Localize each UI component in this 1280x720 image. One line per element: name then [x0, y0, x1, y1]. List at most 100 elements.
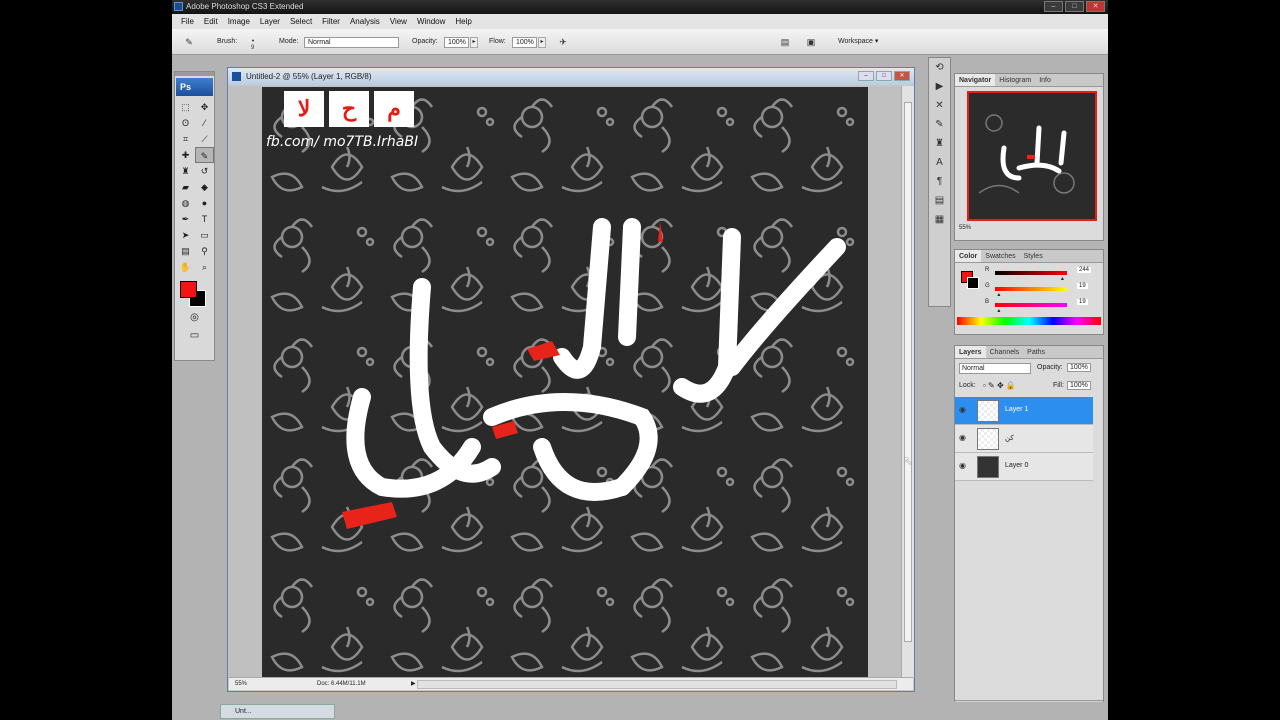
- brush-tool-preset-icon[interactable]: ✎: [182, 35, 196, 49]
- menu-filter[interactable]: Filter: [317, 14, 345, 29]
- tool-presets-icon[interactable]: ✕: [929, 96, 950, 115]
- slice-tool-icon[interactable]: ⟋: [195, 131, 214, 147]
- tab-paths[interactable]: Paths: [1023, 346, 1049, 358]
- color-bg-swatch[interactable]: [967, 277, 979, 289]
- layer-row[interactable]: ◉ كن: [955, 425, 1093, 453]
- menu-file[interactable]: File: [176, 14, 199, 29]
- layer-name[interactable]: Layer 1: [1005, 406, 1028, 413]
- flow-arrow[interactable]: ▸: [538, 37, 546, 48]
- pen-tool-icon[interactable]: ✒: [176, 211, 195, 227]
- status-menu-arrow[interactable]: ▶: [411, 678, 416, 691]
- zoom-tool-icon[interactable]: ⌕: [195, 259, 214, 275]
- r-slider-knob[interactable]: ▴: [1061, 275, 1064, 282]
- notes-tool-icon[interactable]: ▤: [176, 243, 195, 259]
- visibility-eye-icon[interactable]: ◉: [959, 433, 966, 442]
- crop-tool-icon[interactable]: ⌗: [176, 131, 195, 147]
- tab-info[interactable]: Info: [1035, 74, 1055, 86]
- menu-help[interactable]: Help: [450, 14, 476, 29]
- document-title-bar[interactable]: Untitled-2 @ 55% (Layer 1, RGB/8) – □ ✕: [228, 68, 914, 85]
- layer-row[interactable]: ◉ Layer 0: [955, 453, 1093, 481]
- clone-source-icon[interactable]: ♜: [929, 134, 950, 153]
- stamp-tool-icon[interactable]: ♜: [176, 163, 195, 179]
- blur-tool-icon[interactable]: ◍: [176, 195, 195, 211]
- menu-window[interactable]: Window: [412, 14, 450, 29]
- b-slider[interactable]: ▴: [995, 303, 1067, 314]
- marquee-tool-icon[interactable]: ⬚: [176, 99, 195, 115]
- vertical-scrollbar[interactable]: [901, 86, 914, 677]
- shape-tool-icon[interactable]: ▭: [195, 227, 214, 243]
- brushes-panel-icon[interactable]: ✎: [929, 115, 950, 134]
- menu-layer[interactable]: Layer: [255, 14, 285, 29]
- info-panel-icon[interactable]: ▦: [929, 210, 950, 229]
- layer-name[interactable]: Layer 0: [1005, 462, 1028, 469]
- layer-name[interactable]: كن: [1005, 434, 1014, 442]
- visibility-eye-icon[interactable]: ◉: [959, 461, 966, 470]
- doc-maximize-button[interactable]: □: [876, 71, 892, 81]
- menu-edit[interactable]: Edit: [199, 14, 223, 29]
- bucket-tool-icon[interactable]: ◆: [195, 179, 214, 195]
- artwork-canvas[interactable]: ﻻ ح م fb.com/ mo7TB.IrhaBI: [262, 87, 868, 677]
- bridge-icon[interactable]: ▣: [804, 35, 818, 49]
- tab-histogram[interactable]: Histogram: [995, 74, 1035, 86]
- path-selection-tool-icon[interactable]: ➤: [176, 227, 195, 243]
- menu-view[interactable]: View: [385, 14, 412, 29]
- menu-analysis[interactable]: Analysis: [345, 14, 385, 29]
- history-panel-icon[interactable]: ⟲: [929, 58, 950, 77]
- zoom-level[interactable]: 55%: [235, 678, 247, 691]
- r-slider[interactable]: ▴: [995, 271, 1067, 282]
- visibility-eye-icon[interactable]: ◉: [959, 405, 966, 414]
- ps-logo[interactable]: Ps: [176, 78, 213, 96]
- doc-close-button[interactable]: ✕: [894, 71, 910, 81]
- palette-well-icon[interactable]: ▤: [778, 35, 792, 49]
- foreground-color-swatch[interactable]: [180, 281, 197, 298]
- history-brush-tool-icon[interactable]: ↺: [195, 163, 214, 179]
- brush-picker[interactable]: • 9: [246, 35, 260, 51]
- opacity-arrow[interactable]: ▸: [470, 37, 478, 48]
- actions-panel-icon[interactable]: ▶: [929, 77, 950, 96]
- eraser-tool-icon[interactable]: ▰: [176, 179, 195, 195]
- blend-mode-select[interactable]: Normal: [959, 363, 1031, 374]
- close-button[interactable]: ✕: [1086, 1, 1105, 12]
- tab-color[interactable]: Color: [955, 250, 982, 262]
- maximize-button[interactable]: □: [1065, 1, 1084, 12]
- tab-swatches[interactable]: Swatches: [981, 250, 1019, 262]
- eyedropper-tool-icon[interactable]: ⚲: [195, 243, 214, 259]
- r-value[interactable]: 244: [1077, 267, 1092, 273]
- tab-channels[interactable]: Channels: [986, 346, 1024, 358]
- character-panel-icon[interactable]: A: [929, 153, 950, 172]
- navigator-thumbnail[interactable]: [967, 91, 1097, 221]
- minimize-button[interactable]: –: [1044, 1, 1063, 12]
- magic-wand-tool-icon[interactable]: ⁄: [195, 115, 214, 131]
- screen-mode-icon[interactable]: ▭: [175, 327, 214, 345]
- g-slider[interactable]: ▴: [995, 287, 1067, 298]
- lock-icons[interactable]: ▫ ✎ ✥ 🔒: [983, 381, 1016, 390]
- doc-minimize-button[interactable]: –: [858, 71, 874, 81]
- b-value[interactable]: 19: [1077, 299, 1088, 305]
- quick-mask-icon[interactable]: ◎: [175, 309, 214, 327]
- menu-select[interactable]: Select: [285, 14, 317, 29]
- layer-row[interactable]: ◉ Layer 1: [955, 397, 1093, 425]
- color-spectrum-ramp[interactable]: [957, 317, 1101, 325]
- canvas-area[interactable]: ﻻ ح م fb.com/ mo7TB.IrhaBI: [229, 86, 901, 677]
- g-value[interactable]: 19: [1077, 283, 1088, 289]
- airbrush-icon[interactable]: ✈: [556, 35, 570, 49]
- mode-select[interactable]: Normal: [304, 37, 399, 48]
- move-tool-icon[interactable]: ✥: [195, 99, 214, 115]
- b-slider-knob[interactable]: ▴: [997, 307, 1000, 314]
- navigator-zoom[interactable]: 55%: [955, 225, 1103, 231]
- fill-field[interactable]: 100%: [1067, 381, 1091, 390]
- minimized-document[interactable]: Unt...: [220, 704, 335, 719]
- menu-image[interactable]: Image: [223, 14, 255, 29]
- tab-navigator[interactable]: Navigator: [955, 74, 996, 86]
- layer-comps-icon[interactable]: ▤: [929, 191, 950, 210]
- type-tool-icon[interactable]: T: [195, 211, 214, 227]
- hand-tool-icon[interactable]: ✋: [176, 259, 195, 275]
- flow-field[interactable]: 100%: [512, 37, 537, 48]
- horizontal-scrollbar[interactable]: [417, 680, 897, 689]
- opacity-field[interactable]: 100%: [444, 37, 469, 48]
- vertical-scroll-thumb[interactable]: [904, 102, 912, 642]
- brush-tool-icon[interactable]: ✎: [195, 147, 214, 163]
- workspace-menu[interactable]: Workspace ▾: [834, 35, 882, 49]
- layer-opacity-field[interactable]: 100%: [1067, 363, 1091, 372]
- paragraph-panel-icon[interactable]: ¶: [929, 172, 950, 191]
